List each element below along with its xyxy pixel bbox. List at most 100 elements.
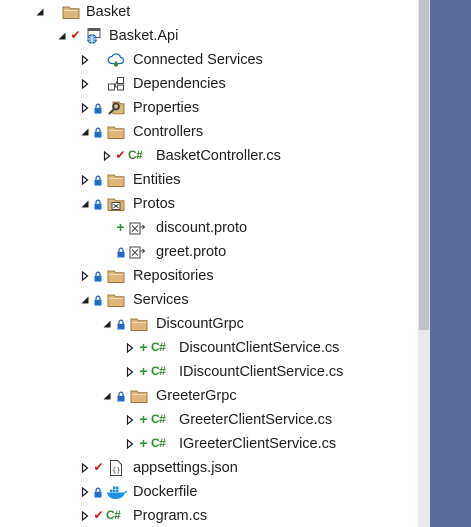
solution-explorer-tree: Basket ✔ Basket.Api Connected Services D… [0, 0, 418, 527]
tree-node-discount-proto-file[interactable]: + discount.proto [0, 216, 418, 240]
csharp-file-icon: C# [151, 364, 166, 378]
tree-node-controllers-folder[interactable]: Controllers [0, 120, 418, 144]
dependencies-icon [107, 75, 125, 93]
tree-node-connected-services[interactable]: Connected Services [0, 48, 418, 72]
expand-arrow-icon[interactable] [80, 511, 90, 521]
tree-node-label: Properties [133, 100, 200, 116]
tree-node-label: DiscountClientService.cs [179, 340, 340, 356]
lock-icon [117, 391, 125, 402]
expand-arrow-icon[interactable] [125, 367, 135, 377]
tree-node-label: Dockerfile [133, 484, 198, 500]
scrollbar-thumb[interactable] [419, 0, 429, 330]
tree-node-label: IGreeterClientService.cs [179, 436, 337, 452]
tree-node-label: Services [133, 292, 189, 308]
tree-node-basket-api-project[interactable]: ✔ Basket.Api [0, 24, 418, 48]
docker-icon [106, 483, 128, 501]
tree-node-idiscount-client-service-file[interactable]: + C# IDiscountClientService.cs [0, 360, 418, 384]
expand-arrow-icon[interactable] [102, 151, 112, 161]
expand-arrow-icon[interactable] [80, 271, 90, 281]
vertical-scrollbar[interactable] [418, 0, 430, 527]
tree-node-igreeter-client-service-file[interactable]: + C# IGreeterClientService.cs [0, 432, 418, 456]
collapse-arrow-icon[interactable] [35, 7, 45, 17]
folder-icon [62, 3, 80, 21]
tree-node-label: Program.cs [133, 508, 208, 524]
folder-icon [107, 171, 125, 189]
proto-file-icon [128, 243, 146, 261]
lock-icon [94, 103, 102, 114]
tree-node-label: Controllers [133, 124, 204, 140]
expand-arrow-icon[interactable] [80, 79, 90, 89]
tree-node-greeter-client-service-file[interactable]: + C# GreeterClientService.cs [0, 408, 418, 432]
tree-node-services-folder[interactable]: Services [0, 288, 418, 312]
tree-node-discountgrpc-folder[interactable]: DiscountGrpc [0, 312, 418, 336]
plus-icon: + [139, 435, 148, 451]
expand-arrow-icon[interactable] [80, 463, 90, 473]
expand-arrow-icon[interactable] [125, 343, 135, 353]
expand-arrow-icon[interactable] [80, 103, 90, 113]
tree-node-label: greet.proto [156, 244, 227, 260]
tree-node-dockerfile[interactable]: Dockerfile [0, 480, 418, 504]
lock-icon [94, 127, 102, 138]
tree-node-appsettings-json-file[interactable]: ✔ {} appsettings.json [0, 456, 418, 480]
tree-node-label: Entities [133, 172, 181, 188]
plus-icon: + [139, 339, 148, 355]
tree-node-greetergrpc-folder[interactable]: GreeterGrpc [0, 384, 418, 408]
csharp-file-icon: C# [151, 412, 166, 426]
tree-node-label: IDiscountClientService.cs [179, 364, 344, 380]
collapse-arrow-icon[interactable] [80, 127, 90, 137]
tree-node-label: Protos [133, 196, 175, 212]
tree-node-basket-controller-file[interactable]: ✔ C# BasketController.cs [0, 144, 418, 168]
plus-icon: + [116, 219, 125, 235]
collapse-arrow-icon[interactable] [102, 391, 112, 401]
csharp-file-icon: C# [106, 508, 121, 522]
tree-node-label: Dependencies [133, 76, 226, 92]
folder-icon [107, 123, 125, 141]
checkmark-icon: ✔ [115, 148, 126, 162]
tree-node-dependencies[interactable]: Dependencies [0, 72, 418, 96]
lock-icon [94, 487, 102, 498]
checkmark-icon: ✔ [93, 508, 104, 522]
side-panel-background [430, 0, 471, 527]
connected-services-icon [107, 51, 125, 69]
tree-node-label: Basket.Api [109, 28, 179, 44]
tree-node-label: Repositories [133, 268, 214, 284]
expand-arrow-icon[interactable] [125, 415, 135, 425]
tree-node-repositories-folder[interactable]: Repositories [0, 264, 418, 288]
lock-icon [94, 295, 102, 306]
json-file-icon: {} [107, 459, 125, 477]
lock-icon [94, 199, 102, 210]
tree-node-protos-folder[interactable]: Protos [0, 192, 418, 216]
folder-icon [107, 267, 125, 285]
tree-node-entities-folder[interactable]: Entities [0, 168, 418, 192]
checkmark-icon: ✔ [70, 28, 81, 42]
tree-node-discount-client-service-file[interactable]: + C# DiscountClientService.cs [0, 336, 418, 360]
tree-node-greet-proto-file[interactable]: greet.proto [0, 240, 418, 264]
web-project-icon [85, 27, 103, 45]
collapse-arrow-icon[interactable] [80, 199, 90, 209]
folder-icon [130, 387, 148, 405]
protos-folder-icon [107, 195, 125, 213]
tree-node-label: Basket [86, 4, 131, 20]
expand-arrow-icon[interactable] [80, 55, 90, 65]
plus-icon: + [139, 363, 148, 379]
lock-icon [117, 247, 125, 258]
lock-icon [117, 319, 125, 330]
csharp-file-icon: C# [151, 340, 166, 354]
collapse-arrow-icon[interactable] [80, 295, 90, 305]
tree-node-program-file[interactable]: ✔ C# Program.cs [0, 504, 418, 527]
lock-icon [94, 271, 102, 282]
collapse-arrow-icon[interactable] [57, 31, 67, 41]
csharp-file-icon: C# [151, 436, 166, 450]
expand-arrow-icon[interactable] [125, 439, 135, 449]
folder-icon [107, 291, 125, 309]
expand-arrow-icon[interactable] [80, 175, 90, 185]
tree-node-label: GreeterGrpc [156, 388, 237, 404]
tree-node-basket-folder[interactable]: Basket [0, 0, 418, 24]
tree-node-properties[interactable]: Properties [0, 96, 418, 120]
expand-arrow-icon[interactable] [80, 487, 90, 497]
svg-text:{}: {} [112, 467, 120, 475]
csharp-file-icon: C# [128, 148, 143, 162]
collapse-arrow-icon[interactable] [102, 319, 112, 329]
tree-node-label: GreeterClientService.cs [179, 412, 333, 428]
checkmark-icon: ✔ [93, 460, 104, 474]
